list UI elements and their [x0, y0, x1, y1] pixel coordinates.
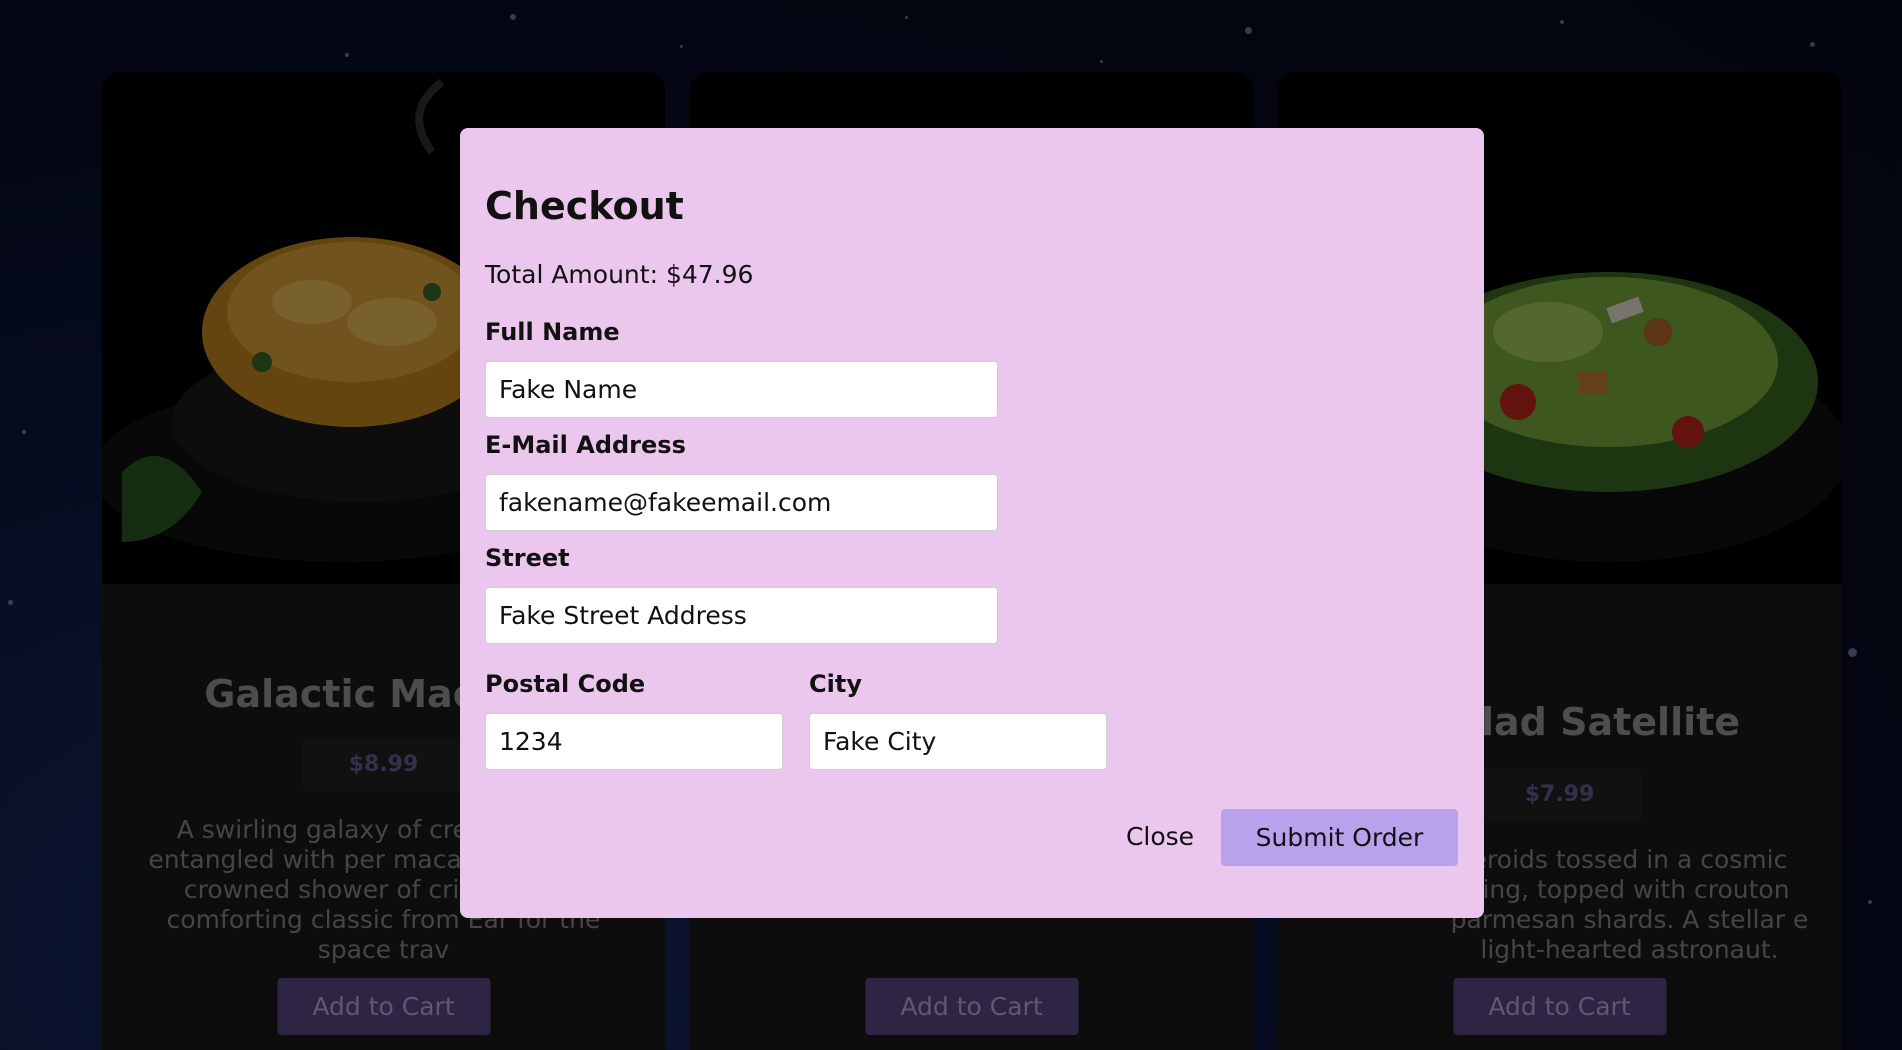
checkout-modal: Checkout Total Amount: $47.96 Full Name …	[460, 128, 1484, 918]
full-name-label: Full Name	[485, 318, 620, 346]
submit-order-button[interactable]: Submit Order	[1221, 809, 1458, 866]
city-field[interactable]	[809, 713, 1107, 770]
total-amount: Total Amount: $47.96	[485, 260, 754, 289]
email-field[interactable]	[485, 474, 998, 531]
email-label: E-Mail Address	[485, 431, 686, 459]
street-field[interactable]	[485, 587, 998, 644]
city-label: City	[809, 670, 862, 698]
full-name-field[interactable]	[485, 361, 998, 418]
close-button[interactable]: Close	[1098, 808, 1222, 865]
street-label: Street	[485, 544, 570, 572]
checkout-title: Checkout	[485, 184, 684, 228]
postal-code-field[interactable]	[485, 713, 783, 770]
postal-code-label: Postal Code	[485, 670, 646, 698]
